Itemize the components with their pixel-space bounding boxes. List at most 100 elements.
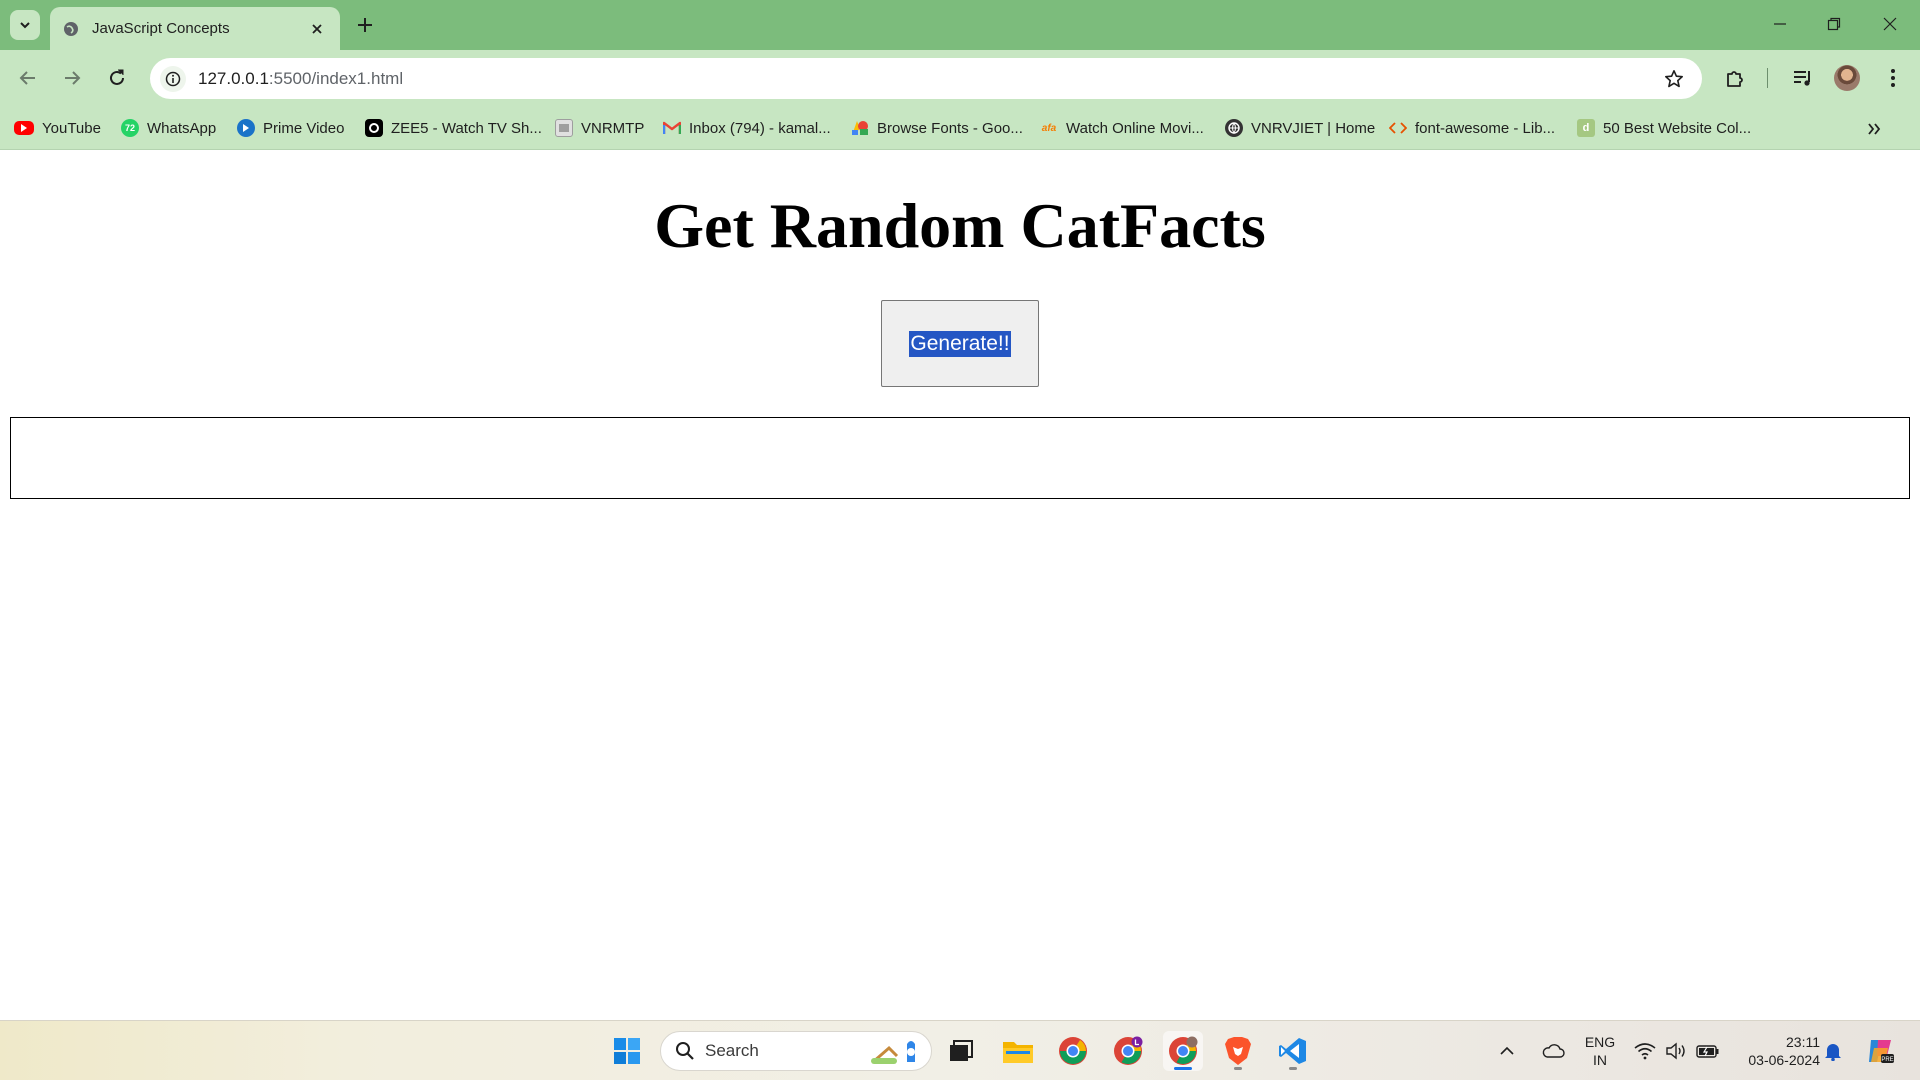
open-app-indicator [1234,1067,1242,1070]
bookmarks-bar: YouTube 72 WhatsApp Prime Video ZEE5 - W… [0,107,1920,150]
arrow-left-icon [19,71,35,85]
volume-button[interactable] [1661,1031,1691,1071]
bookmark-label: font-awesome - Lib... [1415,119,1556,137]
language-code: ENG [1584,1034,1616,1050]
restore-button[interactable] [1806,0,1862,48]
forward-button[interactable] [56,62,88,94]
windows-taskbar: Search ENG IN 23:11 03-06-2024 PRE [0,1020,1920,1080]
bookmark-label: ZEE5 - Watch TV Sh... [391,119,542,137]
bookmark-google-fonts[interactable]: Browse Fonts - Goo... [851,115,1023,141]
minimize-button[interactable] [1752,0,1808,48]
more-vertical-icon [1891,69,1895,87]
bookmarks-overflow-button[interactable] [1862,119,1886,139]
network-button[interactable] [1630,1031,1660,1071]
page-title: Get Random CatFacts [654,190,1266,261]
brave-button[interactable] [1218,1031,1258,1071]
zee5-icon [365,119,383,137]
clock[interactable]: 23:11 03-06-2024 [1730,1033,1820,1069]
file-explorer-button[interactable] [998,1031,1038,1071]
bookmark-star-icon[interactable] [1662,67,1686,91]
globe-icon [62,20,80,38]
bookmark-watch-movies[interactable]: afa Watch Online Movi... [1040,115,1204,141]
browser-menu-button[interactable] [1878,63,1908,93]
task-view-icon [950,1040,973,1061]
back-button[interactable] [12,62,44,94]
clock-time: 23:11 [1786,1034,1820,1050]
taskbar-search[interactable]: Search [660,1031,932,1071]
reload-icon [110,69,124,85]
website-colors-icon: d [1577,119,1595,137]
bookmark-label: Watch Online Movi... [1066,119,1204,137]
vnrmtp-icon [555,119,573,137]
reload-button[interactable] [101,62,133,94]
tab-strip: JavaScript Concepts [0,0,1920,50]
whatsapp-icon: 72 [121,119,139,137]
vscode-icon [1279,1038,1306,1064]
url-path: :5500/index1.html [268,68,404,88]
bookmark-label: VNRVJIET | Home [1251,119,1376,137]
chrome-profile-l-button[interactable] [1108,1031,1148,1071]
profile-avatar[interactable] [1834,65,1860,91]
search-icon [676,1042,694,1060]
media-controls-button[interactable] [1788,63,1818,93]
code-icon [1389,119,1407,137]
puzzle-icon [1727,71,1743,87]
google-fonts-icon [851,119,869,137]
battery-charging-icon [1696,1045,1719,1058]
new-tab-button[interactable] [350,10,380,40]
onedrive-button[interactable] [1536,1031,1570,1071]
movies-icon: afa [1041,122,1057,134]
arrow-right-icon [65,71,81,85]
close-window-button[interactable] [1862,0,1918,48]
minimize-icon [1774,23,1786,25]
folder-icon [1003,1042,1033,1063]
chrome-profile-icon [1169,1036,1198,1065]
copilot-button[interactable]: PRE [1860,1031,1900,1071]
bell-icon [1825,1044,1841,1061]
extensions-button[interactable] [1720,63,1750,93]
windows-logo-icon [614,1038,640,1064]
bookmark-whatsapp[interactable]: 72 WhatsApp [121,115,216,141]
clock-date: 03-06-2024 [1748,1052,1820,1068]
generate-button-label: Generate!! [909,330,1011,357]
url-host: 127.0.0.1 [198,68,269,88]
site-info-icon[interactable] [160,65,186,92]
start-button[interactable] [607,1031,647,1071]
chrome-icon [1059,1037,1087,1065]
task-view-button[interactable] [941,1031,981,1071]
toolbar-separator [1767,68,1768,88]
chrome-active-button[interactable] [1163,1031,1203,1071]
bookmark-prime-video[interactable]: Prime Video [237,115,344,141]
active-app-indicator [1174,1067,1192,1070]
chrome-profile-icon [1114,1036,1143,1065]
svg-text:PRE: PRE [1881,1057,1893,1063]
show-hidden-icons-button[interactable] [1492,1031,1522,1071]
prime-video-icon [237,119,255,137]
plus-icon [358,18,372,32]
bookmark-youtube[interactable]: YouTube [14,115,101,141]
close-icon [1883,17,1897,31]
bookmark-label: YouTube [42,119,101,137]
speaker-icon [1666,1042,1685,1060]
bookmark-vnrmtp[interactable]: VNRMTP [555,115,644,141]
tab-title: JavaScript Concepts [92,20,230,37]
tab-search-button[interactable] [10,10,40,40]
bookmark-font-awesome[interactable]: font-awesome - Lib... [1389,115,1555,141]
vscode-button[interactable] [1273,1031,1313,1071]
battery-button[interactable] [1692,1031,1724,1071]
bookmark-website-colors[interactable]: d 50 Best Website Col... [1577,115,1751,141]
search-placeholder: Search [705,1041,759,1060]
tab-close-icon[interactable] [306,18,328,40]
bookmark-zee5[interactable]: ZEE5 - Watch TV Sh... [365,115,542,141]
tab-javascript-concepts[interactable]: JavaScript Concepts [50,7,340,50]
gmail-icon [663,119,681,137]
generate-button[interactable]: Generate!! [881,300,1039,387]
chrome-button[interactable] [1053,1031,1093,1071]
address-bar[interactable]: 127.0.0.1:5500/index1.html [150,58,1702,99]
notifications-button[interactable] [1818,1031,1848,1071]
bookmark-label: Prime Video [263,119,345,137]
bookmark-vnrvjiet[interactable]: VNRVJIET | Home [1225,115,1375,141]
chevron-up-icon [1500,1046,1514,1055]
bookmark-gmail[interactable]: Inbox (794) - kamal... [663,115,831,141]
language-indicator[interactable]: ENG IN [1578,1033,1622,1069]
